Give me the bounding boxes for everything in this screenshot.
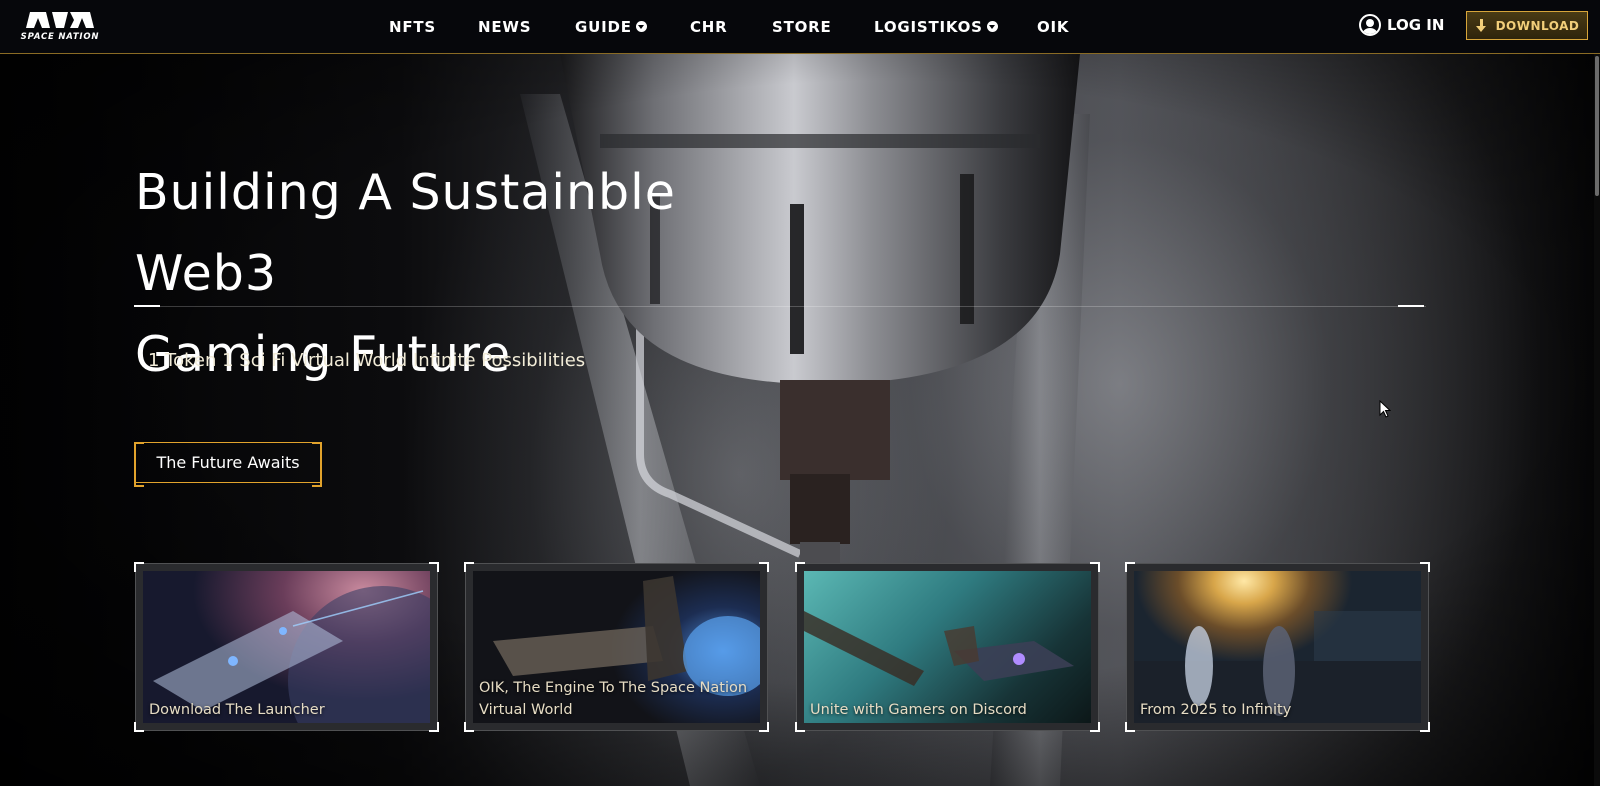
card-oik-engine[interactable]: OIK, The Engine To The Space Nation Virt… <box>464 562 769 732</box>
login-label: LOG IN <box>1387 16 1445 34</box>
future-awaits-button[interactable]: The Future Awaits <box>134 442 322 487</box>
scrollbar-thumb[interactable] <box>1595 56 1599 196</box>
chevron-down-icon <box>635 21 647 32</box>
card-caption: OIK, The Engine To The Space Nation Virt… <box>479 680 748 718</box>
download-button[interactable]: DOWNLOAD <box>1466 11 1588 40</box>
card-caption: Download The Launcher <box>149 702 325 718</box>
logo-wordmark: SPACE NATION <box>20 32 100 42</box>
card-caption: Unite with Gamers on Discord <box>810 702 1027 718</box>
chevron-down-icon <box>986 21 998 32</box>
download-arrow-icon <box>1475 18 1489 33</box>
nav-item-oik[interactable]: OIK <box>1037 18 1069 36</box>
login-link[interactable]: LOG IN <box>1359 14 1444 40</box>
nav-item-chr[interactable]: CHR <box>690 18 728 36</box>
divider-cap-left <box>134 305 160 307</box>
card-caption: From 2025 to Infinity <box>1140 702 1292 718</box>
hero-divider <box>134 306 1426 307</box>
nav-item-news[interactable]: NEWS <box>478 18 531 36</box>
nav-item-guide[interactable]: GUIDE <box>575 18 647 36</box>
logo-mark-icon <box>26 12 94 28</box>
top-nav: SPACE NATION NFTS NEWS GUIDE CHR STORE L… <box>0 0 1600 54</box>
divider-cap-right <box>1398 305 1424 307</box>
nav-item-nfts[interactable]: NFTS <box>389 18 436 36</box>
download-label: DOWNLOAD <box>1495 18 1580 33</box>
card-discord[interactable]: Unite with Gamers on Discord <box>795 562 1100 732</box>
user-circle-icon <box>1359 14 1381 36</box>
card-download-launcher[interactable]: Download The Launcher <box>134 562 439 732</box>
nav-item-store[interactable]: STORE <box>772 18 832 36</box>
hero-section: Building A Sustainble Web3 Gaming Future … <box>0 54 1600 786</box>
mouse-cursor-icon <box>1379 400 1391 418</box>
card-2025-infinity[interactable]: From 2025 to Infinity <box>1125 562 1430 732</box>
hero-tagline: 1 Token 1 Sci Fi Virtual World Infinite … <box>148 350 586 371</box>
space-nation-logo[interactable]: SPACE NATION <box>12 10 108 44</box>
nav-item-logistikos[interactable]: LOGISTIKOS <box>874 18 998 36</box>
page-scrollbar[interactable] <box>1594 54 1600 786</box>
